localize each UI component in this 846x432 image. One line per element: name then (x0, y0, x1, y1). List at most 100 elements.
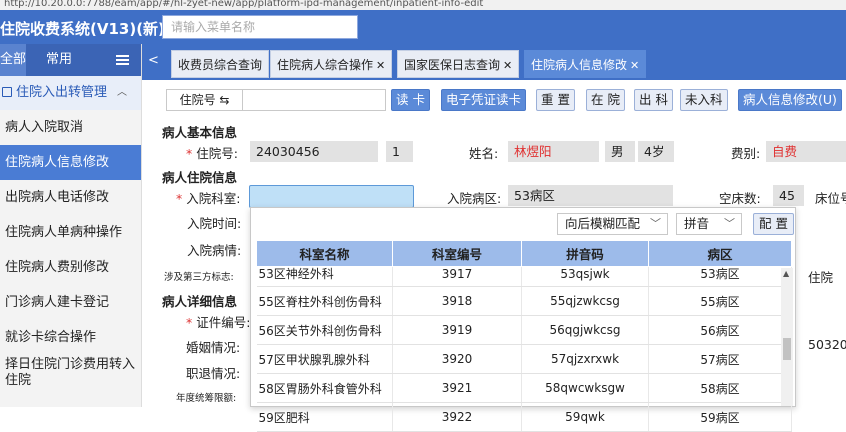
inpatient-no-label: * 住院号: (186, 146, 238, 161)
close-icon[interactable]: ✕ (376, 59, 385, 72)
match-mode-select[interactable]: 向后模糊匹配 ﹀ (557, 213, 668, 235)
tab-label: 住院病人信息修改 (531, 58, 628, 72)
dept-code-cell: 3920 (392, 344, 522, 374)
fee-type-label: 费别: (731, 146, 761, 161)
sidebar-group-admission[interactable]: 住院入出转管理 ︿ (0, 76, 141, 110)
sidebar-tab-common[interactable]: 常用 (46, 44, 72, 76)
sidebar-item-outpatient-card[interactable]: 门诊病人建卡登记 (0, 285, 141, 320)
scrollbar-thumb[interactable] (783, 338, 791, 360)
in-hospital-button[interactable]: 在 院 (586, 89, 625, 111)
section-basic-info: 病人基本信息 (162, 125, 238, 140)
dept-code-cell: 3918 (392, 286, 522, 316)
pinyin-cell: 57qjzxrxwk (521, 344, 649, 374)
sidebar-item-fee-type-edit[interactable]: 住院病人费别修改 (0, 250, 141, 285)
close-icon[interactable]: ✕ (630, 59, 639, 72)
column-header[interactable]: 拼音码 (521, 240, 649, 267)
name-label: 姓名: (469, 146, 499, 161)
partial-number: 5032019 (808, 337, 846, 352)
column-header[interactable]: 病区 (648, 240, 792, 267)
ward-cell: 53病区 (648, 266, 792, 287)
sidebar-item-discharge-phone-edit[interactable]: 出院病人电话修改 (0, 180, 141, 215)
dept-code-cell: 3921 (392, 373, 522, 403)
browser-url-bar[interactable]: http://10.20.0.0:7788/eam/app/#/hl-zyet-… (0, 0, 846, 10)
dept-name-cell: 57区甲状腺乳腺外科 (256, 344, 393, 374)
inpatient-no-toggle[interactable]: 住院号 ⇆ (167, 90, 243, 110)
tab-insurance-log[interactable]: 国家医保日志查询 ✕ (397, 50, 520, 78)
column-header[interactable]: 科室编号 (392, 240, 522, 267)
input-mode-value: 拼音 (684, 216, 710, 231)
annual-limit-label: 年度统筹限额: (176, 393, 237, 404)
retired-label: 职退情况: (186, 366, 241, 381)
column-header[interactable]: 科室名称 (256, 240, 393, 267)
ward-label: 入院病区: (447, 191, 502, 206)
section-hospital-info: 病人住院信息 (162, 170, 238, 185)
dept-label: * 入院科室: (176, 191, 241, 206)
read-card-button[interactable]: 读 卡 (391, 89, 430, 111)
menu-icon[interactable] (116, 55, 129, 65)
fee-type-field: 自费 (766, 141, 846, 162)
dept-table: 科室名称 科室编号 拼音码 病区 53区神经外科 3917 53qsjwk 53… (256, 240, 792, 432)
chevron-down-icon: ﹀ (724, 217, 735, 230)
out-dept-button[interactable]: 出 科 (634, 89, 673, 111)
dept-name-cell: 56区关节外科创伤骨科 (256, 315, 393, 345)
close-icon[interactable]: ✕ (503, 59, 512, 72)
sidebar-item-transfer-fees[interactable]: 择日住院门诊费用转入住院 (0, 355, 141, 399)
ward-cell: 58病区 (648, 373, 792, 403)
id-no-label: * 证件编号: (186, 315, 251, 330)
tab-cashier-query[interactable]: 收费员综合查询 (171, 50, 270, 78)
modify-patient-info-button[interactable]: 病人信息修改(U) (738, 89, 842, 111)
menu-search-input[interactable] (162, 15, 358, 39)
table-row[interactable]: 53区神经外科 3917 53qsjwk 53病区 (256, 266, 792, 287)
e-cert-read-button[interactable]: 电子凭证读卡 (441, 89, 527, 111)
table-row[interactable]: 56区关节外科创伤骨科 3919 56qgjwkcsg 56病区 (256, 315, 792, 345)
sidebar-item-card-operations[interactable]: 就诊卡综合操作 (0, 320, 141, 355)
dept-name-cell: 55区脊柱外科创伤骨科 (256, 286, 393, 316)
gender-field: 男 (605, 141, 635, 162)
tab-inpatient-ops[interactable]: 住院病人综合操作 ✕ (270, 50, 393, 78)
sidebar-tab-all[interactable]: 全部 (0, 44, 26, 76)
input-mode-select[interactable]: 拼音 ﹀ (676, 213, 742, 235)
ward-field: 53病区 (508, 185, 673, 206)
dept-code-cell: 3917 (392, 266, 522, 287)
ward-cell: 56病区 (648, 315, 792, 345)
bed-no-label: 床位号 (815, 191, 846, 206)
match-mode-value: 向后模糊匹配 (565, 216, 641, 231)
table-header-row: 科室名称 科室编号 拼音码 病区 (256, 240, 792, 267)
sidebar-item-admission-cancel[interactable]: 病人入院取消 (0, 110, 141, 145)
admit-condition-label: 入院病情: (187, 243, 242, 258)
sidebar-item-single-disease[interactable]: 住院病人单病种操作 (0, 215, 141, 250)
empty-beds-label: 空床数: (719, 191, 761, 206)
tab-bar: < 收费员综合查询 住院病人综合操作 ✕ 国家医保日志查询 ✕ 住院病人信息修改 ✕ (142, 44, 846, 80)
ward-cell: 55病区 (648, 286, 792, 316)
dept-name-cell: 53区神经外科 (256, 266, 393, 287)
admission-times-field: 1 (386, 141, 413, 162)
sidebar-group-label: 住院入出转管理 (16, 85, 108, 100)
table-row[interactable]: 55区脊柱外科创伤骨科 3918 55qjzwkcsg 55病区 (256, 286, 792, 316)
sidebar-tabs: 全部 常用 (0, 44, 141, 76)
folder-icon (2, 87, 12, 97)
scroll-up-icon[interactable]: ▲ (783, 269, 789, 278)
dept-code-cell: 3919 (392, 315, 522, 345)
dept-name-cell: 58区胃肠外科食管外科 (256, 373, 393, 403)
config-button[interactable]: 配 置 (753, 213, 794, 235)
pinyin-cell: 55qjzwkcsg (521, 286, 649, 316)
app-header: 住院收费系统(V13)(新) (0, 10, 846, 44)
not-in-dept-button[interactable]: 未入科 (680, 89, 728, 111)
table-row[interactable]: 57区甲状腺乳腺外科 3920 57qjzxrxwk 57病区 (256, 344, 792, 374)
age-field: 4岁 (638, 141, 674, 162)
section-detail-info: 病人详细信息 (162, 294, 238, 309)
tab-patient-info-edit[interactable]: 住院病人信息修改 ✕ (524, 50, 647, 78)
pinyin-cell: 53qsjwk (521, 266, 649, 287)
admit-time-label: 入院时间: (187, 216, 242, 231)
dropdown-scrollbar[interactable]: ▲ (781, 268, 793, 406)
inpatient-no-field: 24030456 (250, 141, 378, 162)
third-party-suffix: 住院 (808, 270, 834, 285)
app-title: 住院收费系统(V13)(新) (0, 20, 165, 38)
table-row[interactable]: 58区胃肠外科食管外科 3921 58qwcwksgw 58病区 (256, 373, 792, 403)
admission-dept-input[interactable] (249, 185, 414, 208)
url-text: http://10.20.0.0:7788/eam/app/#/hl-zyet-… (4, 0, 484, 9)
inpatient-no-search: 住院号 ⇆ (166, 89, 386, 111)
chevron-left-icon[interactable]: < (148, 53, 159, 68)
sidebar-item-patient-info-edit[interactable]: 住院病人信息修改 (0, 145, 141, 180)
reset-button[interactable]: 重 置 (536, 89, 575, 111)
